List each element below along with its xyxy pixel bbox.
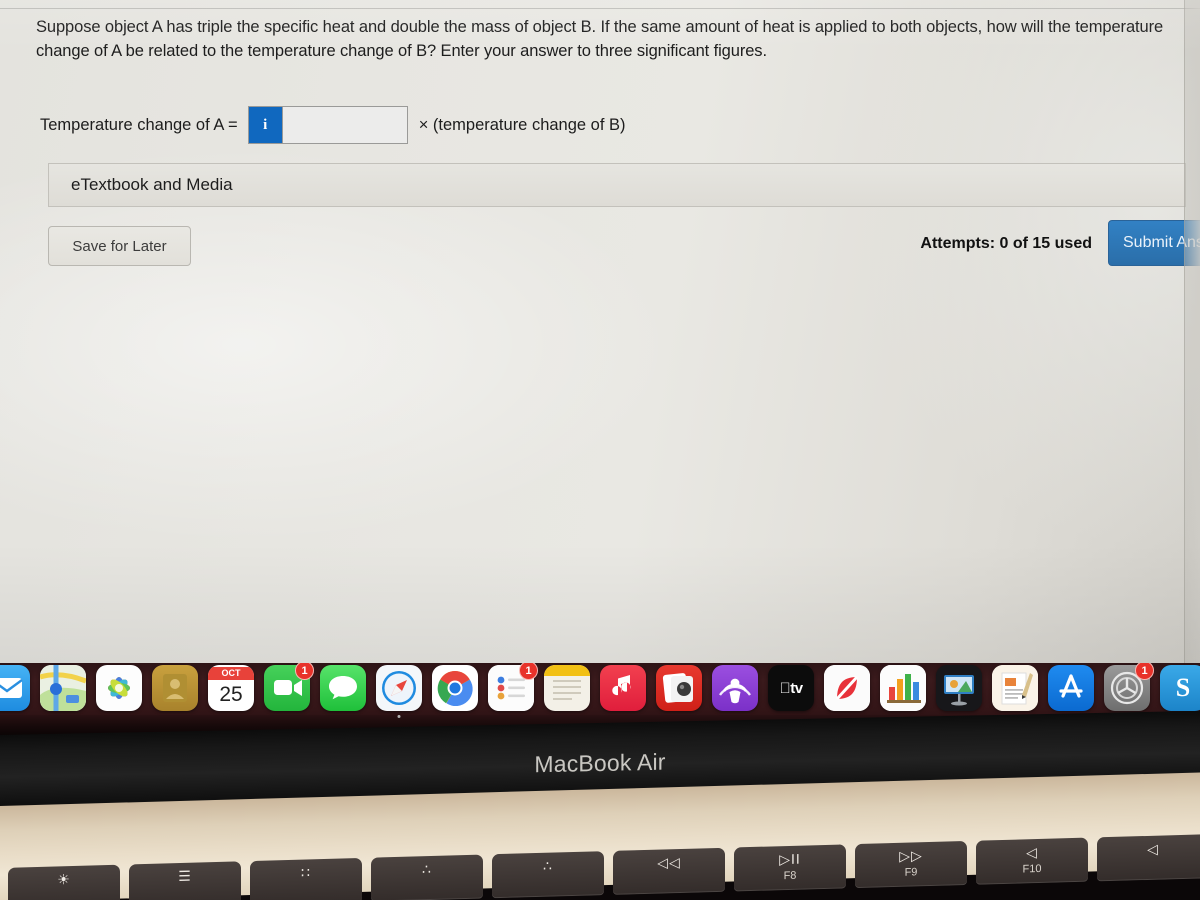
calendar-month: OCT — [208, 666, 254, 680]
photo-booth-icon — [656, 665, 702, 711]
key-glyph: ▷▷ — [899, 847, 923, 864]
dock-item-facetime[interactable]: 1 — [264, 663, 314, 711]
dock-item-podcasts[interactable] — [712, 665, 758, 711]
key-fn-label: F10 — [1022, 862, 1042, 876]
badge-facetime: 1 — [295, 663, 314, 680]
dock-item-reminders[interactable]: 1 — [488, 663, 538, 711]
photos-icon — [96, 665, 142, 711]
save-for-later-label: Save for Later — [72, 237, 167, 255]
answer-input-group: i — [247, 106, 408, 144]
function-key-9[interactable]: ◁ F10 — [976, 837, 1088, 885]
key-glyph: ☰ — [178, 867, 192, 885]
attempts-status: Attempts: 0 of 15 used — [920, 235, 1092, 252]
laptop-screen: Suppose object A has triple the specific… — [0, 0, 1200, 663]
apple-tv-label: tv — [779, 679, 803, 697]
key-glyph: ∷ — [301, 864, 311, 881]
contacts-icon — [152, 665, 198, 711]
dock-item-maps[interactable] — [40, 665, 86, 711]
function-key-3[interactable]: ∷ — [250, 857, 362, 900]
key-glyph: ◁ — [1026, 844, 1038, 861]
etextbook-and-media-bar[interactable]: eTextbook and Media — [48, 163, 1186, 207]
messages-icon — [320, 665, 366, 711]
screen-right-edge — [1184, 0, 1185, 663]
dock-item-calendar[interactable]: OCT 25 — [208, 665, 254, 711]
music-note-icon — [600, 665, 646, 711]
safari-icon — [376, 665, 422, 711]
key-glyph: ☀ — [57, 871, 71, 888]
dock-item-music[interactable] — [600, 665, 646, 711]
key-glyph: ∴ — [422, 860, 432, 878]
function-key-8[interactable]: ▷▷ F9 — [855, 840, 967, 889]
action-button-row: Save for Later Attempts: 0 of 15 used Su… — [48, 220, 1200, 266]
function-key-7[interactable]: ▷II F8 — [734, 844, 846, 892]
function-key-1[interactable]: ☀ — [8, 864, 120, 900]
dock-item-photo-booth[interactable] — [656, 665, 702, 711]
answer-suffix-text: × (temperature change of B) — [418, 115, 626, 134]
mail-icon — [0, 665, 30, 711]
dock-item-messages[interactable] — [320, 665, 366, 711]
badge-reminders: 1 — [519, 663, 538, 680]
dock-item-numbers[interactable] — [880, 665, 926, 711]
maps-icon — [40, 665, 86, 711]
question-text: Suppose object A has triple the specific… — [36, 18, 1164, 60]
dock-item-system-preferences[interactable]: 1 — [1104, 663, 1154, 711]
keynote-icon — [936, 665, 982, 711]
etextbook-label: eTextbook and Media — [71, 175, 233, 194]
screen-right-glare — [1184, 0, 1200, 663]
dock-item-photos[interactable] — [96, 665, 142, 711]
answer-label: Temperature change of A = — [40, 115, 238, 134]
notes-header — [544, 665, 590, 676]
dock-item-app-store[interactable] — [1048, 665, 1094, 711]
key-glyph: ◁ — [1147, 840, 1159, 857]
notes-icon — [544, 665, 590, 711]
dock-item-notes[interactable] — [544, 665, 590, 711]
screenshot-root: Suppose object A has triple the specific… — [0, 0, 1200, 900]
dock-item-safari[interactable] — [376, 665, 422, 718]
running-indicator — [397, 715, 401, 718]
dock-item-chrome[interactable] — [432, 665, 478, 711]
dock-item-keynote[interactable] — [936, 665, 982, 711]
dock-item-news[interactable] — [824, 665, 870, 711]
calendar-day: 25 — [219, 682, 243, 706]
info-icon[interactable]: i — [248, 107, 283, 143]
dock-item-list: OCT 25 1 1 tv 1 S — [0, 663, 1200, 718]
skype-icon: S — [1160, 665, 1200, 711]
key-fn-label: F8 — [783, 869, 797, 883]
dock-item-pages[interactable] — [992, 665, 1038, 711]
numbers-icon — [880, 665, 926, 711]
news-icon — [824, 665, 870, 711]
dock-item-apple-tv[interactable]: tv — [768, 665, 814, 711]
pages-icon — [992, 665, 1038, 711]
function-key-6[interactable]: ◁◁ — [613, 847, 725, 895]
calendar-icon: OCT 25 — [208, 665, 254, 711]
function-key-10[interactable]: ◁ — [1097, 834, 1200, 882]
function-key-2[interactable]: ☰ — [129, 861, 241, 900]
save-for-later-button[interactable]: Save for Later — [48, 226, 191, 266]
dock-item-mail[interactable] — [0, 665, 30, 711]
function-key-5[interactable]: ∴ — [492, 851, 604, 899]
screen-top-divider — [0, 8, 1200, 9]
dock-item-skype[interactable]: S — [1160, 665, 1200, 711]
key-glyph: ▷II — [779, 850, 801, 868]
answer-input[interactable] — [282, 107, 407, 143]
dock-item-contacts[interactable] — [152, 665, 198, 711]
app-store-icon — [1048, 665, 1094, 711]
badge-system-preferences: 1 — [1135, 663, 1154, 680]
podcasts-icon — [712, 665, 758, 711]
answer-row: Temperature change of A = i × (temperatu… — [40, 106, 626, 144]
chrome-icon — [432, 665, 478, 711]
key-fn-label: F9 — [904, 866, 918, 879]
function-key-4[interactable]: ∴ — [371, 854, 483, 900]
key-glyph: ◁◁ — [657, 853, 681, 871]
skype-label: S — [1175, 673, 1191, 702]
key-glyph: ∴ — [543, 857, 553, 874]
apple-tv-icon: tv — [768, 665, 814, 711]
